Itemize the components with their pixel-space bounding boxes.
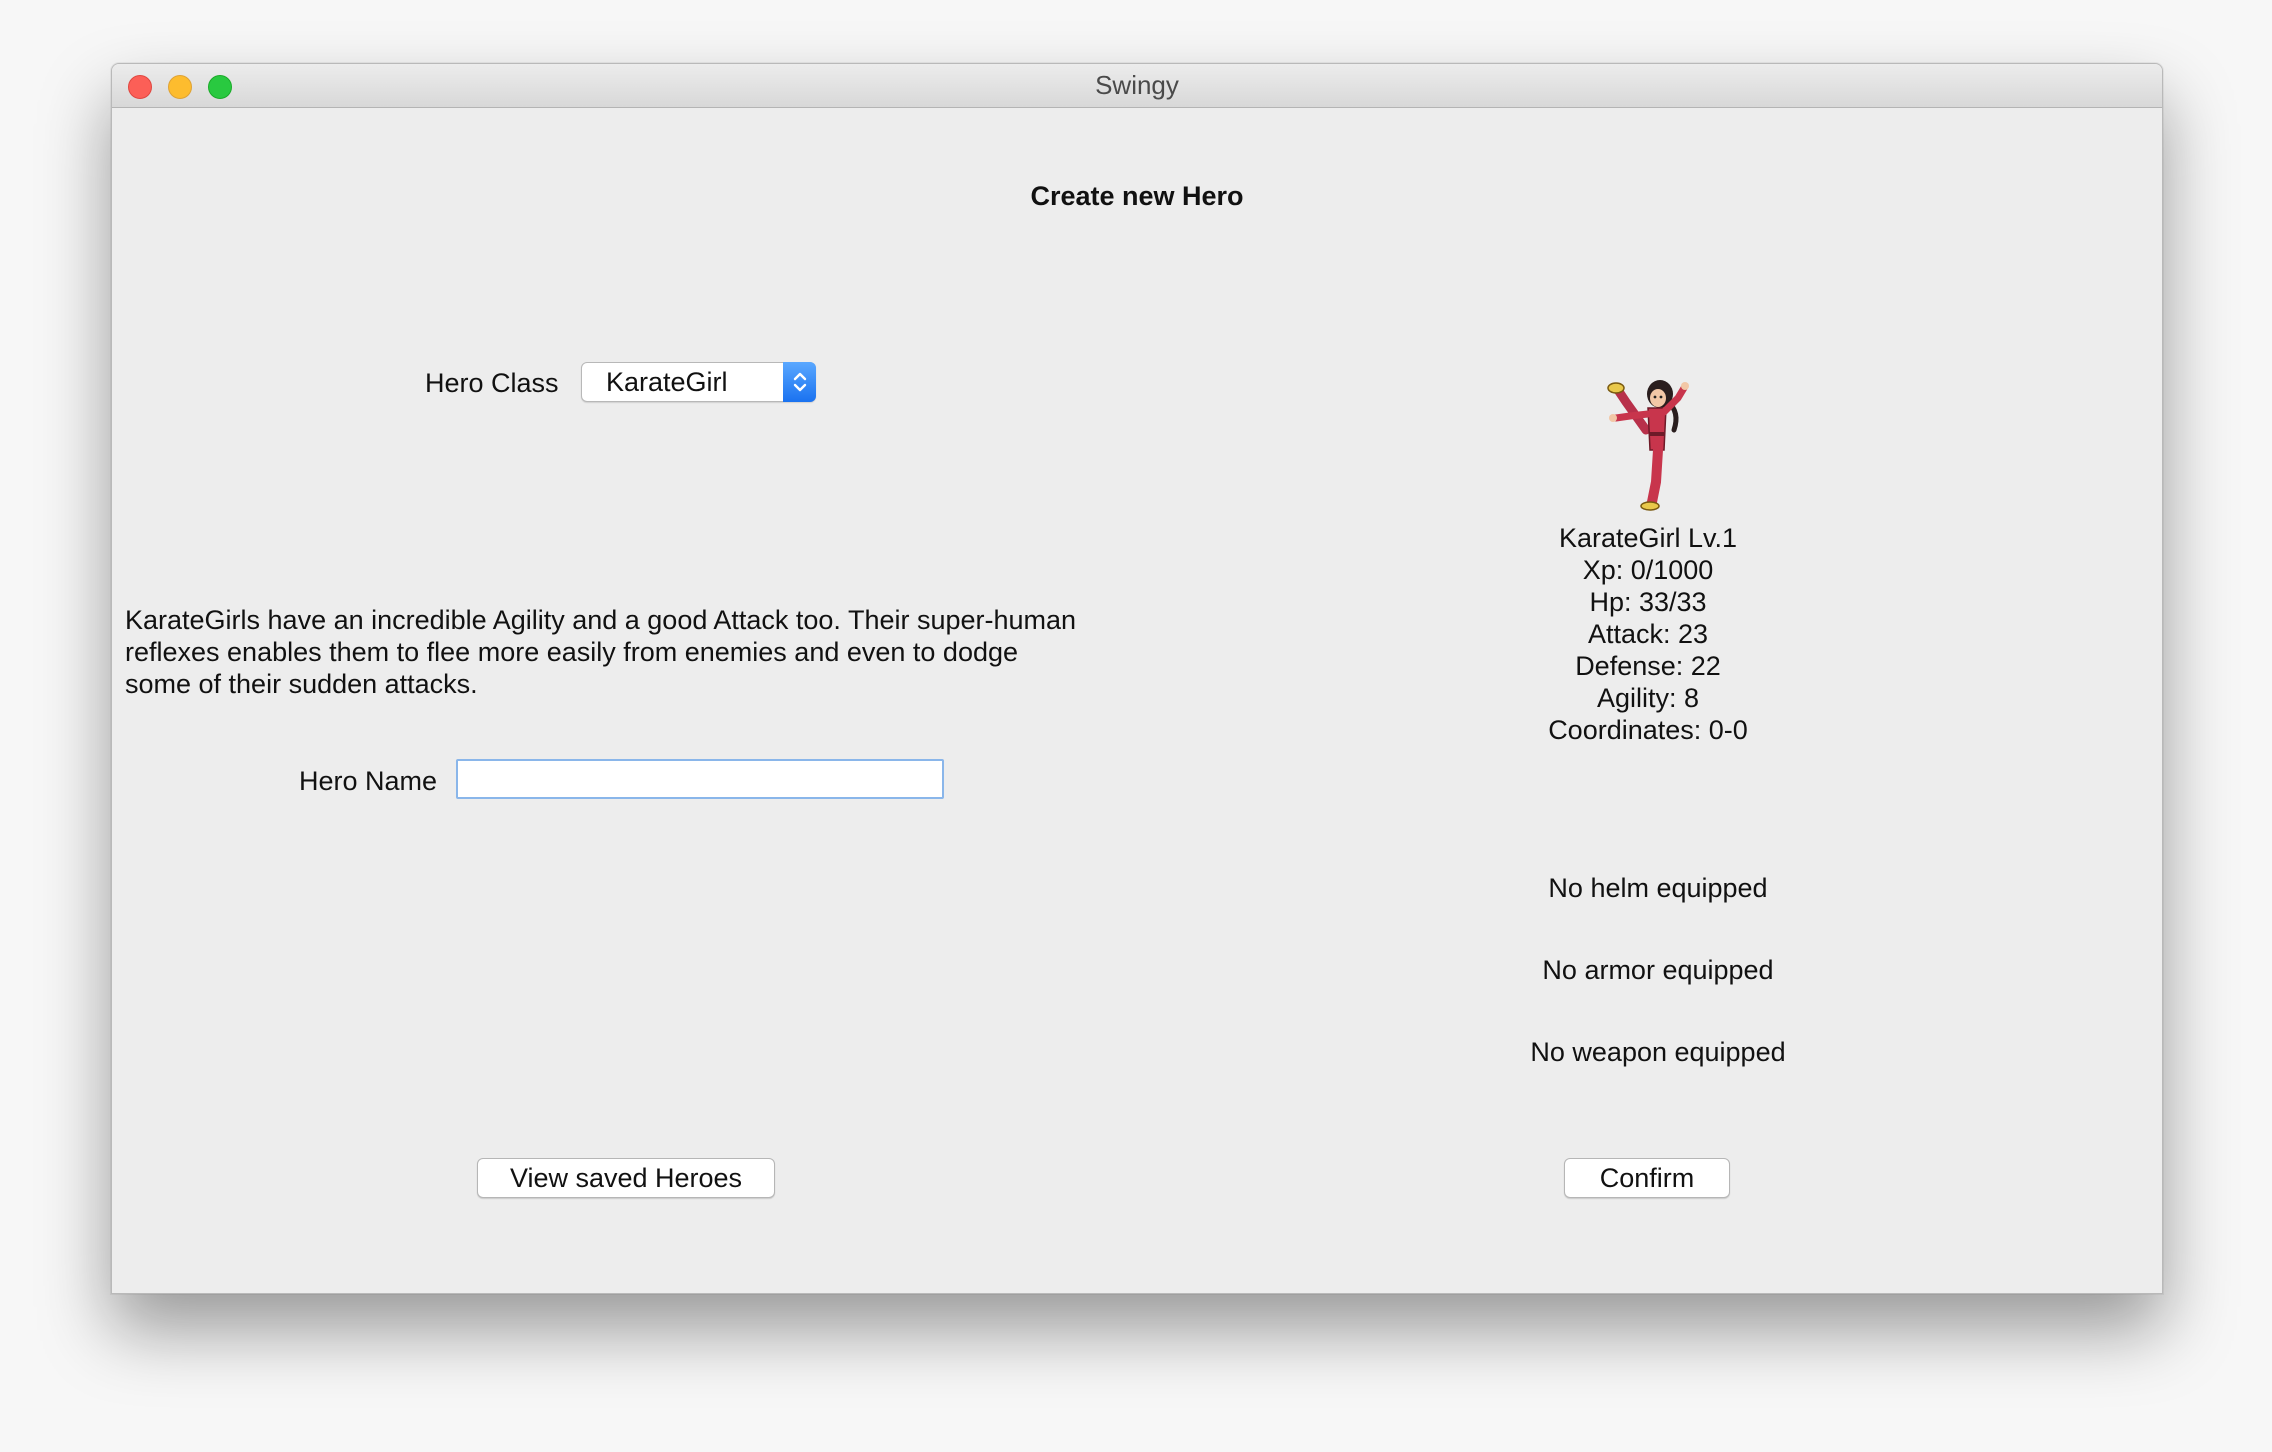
armor-status: No armor equipped bbox=[1542, 955, 1774, 985]
hero-class-description: KarateGirls have an incredible Agility a… bbox=[125, 605, 1077, 699]
karate-girl-sprite-icon bbox=[1607, 380, 1689, 511]
hero-class-select[interactable]: KarateGirl bbox=[581, 362, 816, 402]
page-title: Create new Hero bbox=[1030, 181, 1244, 211]
hero-name-input[interactable] bbox=[456, 759, 944, 799]
hero-xp: Xp: 0/1000 bbox=[1582, 555, 1714, 585]
hero-coordinates: Coordinates: 0-0 bbox=[1548, 715, 1748, 745]
window-title: Swingy bbox=[1095, 70, 1179, 100]
view-saved-heroes-button[interactable]: View saved Heroes bbox=[477, 1158, 775, 1198]
hero-hp: Hp: 33/33 bbox=[1589, 587, 1707, 617]
confirm-button[interactable]: Confirm bbox=[1564, 1158, 1730, 1198]
hero-title: KarateGirl Lv.1 bbox=[1558, 523, 1738, 553]
hero-defense: Defense: 22 bbox=[1575, 651, 1721, 681]
weapon-status: No weapon equipped bbox=[1530, 1037, 1786, 1067]
hero-class-label: Hero Class bbox=[425, 368, 559, 398]
helm-status: No helm equipped bbox=[1548, 873, 1768, 903]
hero-attack: Attack: 23 bbox=[1587, 619, 1709, 649]
hero-agility: Agility: 8 bbox=[1596, 683, 1700, 713]
chevron-up-down-icon bbox=[783, 362, 816, 402]
create-hero-panel: Create new Hero Hero Class KarateGirl Ka… bbox=[112, 108, 2162, 1293]
hero-name-label: Hero Name bbox=[299, 766, 438, 796]
hero-stats: KarateGirl Lv.1 Xp: 0/1000 Hp: 33/33 Att… bbox=[1448, 522, 1848, 746]
app-window: Swingy Create new Hero Hero Class Karate… bbox=[111, 63, 2163, 1294]
hero-class-selected-value: KarateGirl bbox=[606, 367, 728, 397]
title-bar[interactable]: Swingy bbox=[112, 64, 2162, 108]
